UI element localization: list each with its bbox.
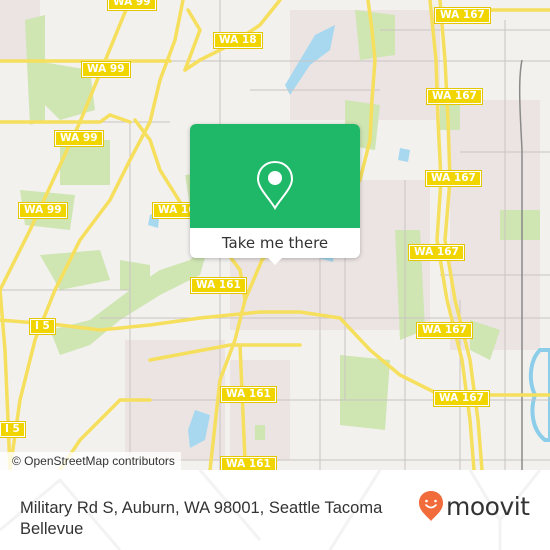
road-label-wa99: WA 99 [54,130,104,147]
road-label-wa161: WA 161 [220,456,277,470]
road-label-wa167: WA 167 [433,390,490,407]
road-label-wa99: WA 99 [18,202,68,219]
popup-header [190,124,360,228]
moovit-pin-icon [419,491,443,521]
footer: Military Rd S, Auburn, WA 98001, Seattle… [0,470,550,550]
moovit-logo[interactable]: moovit [418,490,530,522]
road-label-wa99: WA 99 [107,0,157,11]
road-label-wa99: WA 99 [81,61,131,78]
take-me-there-button[interactable]: Take me there [190,228,360,258]
road-label-i5: I 5 [29,318,56,335]
road-label-wa167: WA 167 [408,244,465,261]
map-attribution[interactable]: © OpenStreetMap contributors [0,452,181,470]
address-text: Military Rd S, Auburn, WA 98001, Seattle… [20,499,383,538]
road-label-wa18: WA 18 [213,32,263,49]
road-label-wa167: WA 167 [416,322,473,339]
road-label-wa167: WA 167 [434,7,491,24]
road-label-i5: I 5 [0,421,26,438]
moovit-wordmark: moovit [446,491,530,521]
road-label-wa161: WA 161 [220,386,277,403]
map-pin-icon [256,160,294,210]
map-view[interactable]: WA 99 WA 18 WA 99 WA 99 WA 99 WA 161 WA … [0,0,550,470]
road-label-wa161: WA 161 [190,277,247,294]
road-label-wa167: WA 167 [425,170,482,187]
road-label-wa167: WA 167 [426,88,483,105]
popup-pointer [267,257,283,265]
location-popup: Take me there [190,124,360,265]
